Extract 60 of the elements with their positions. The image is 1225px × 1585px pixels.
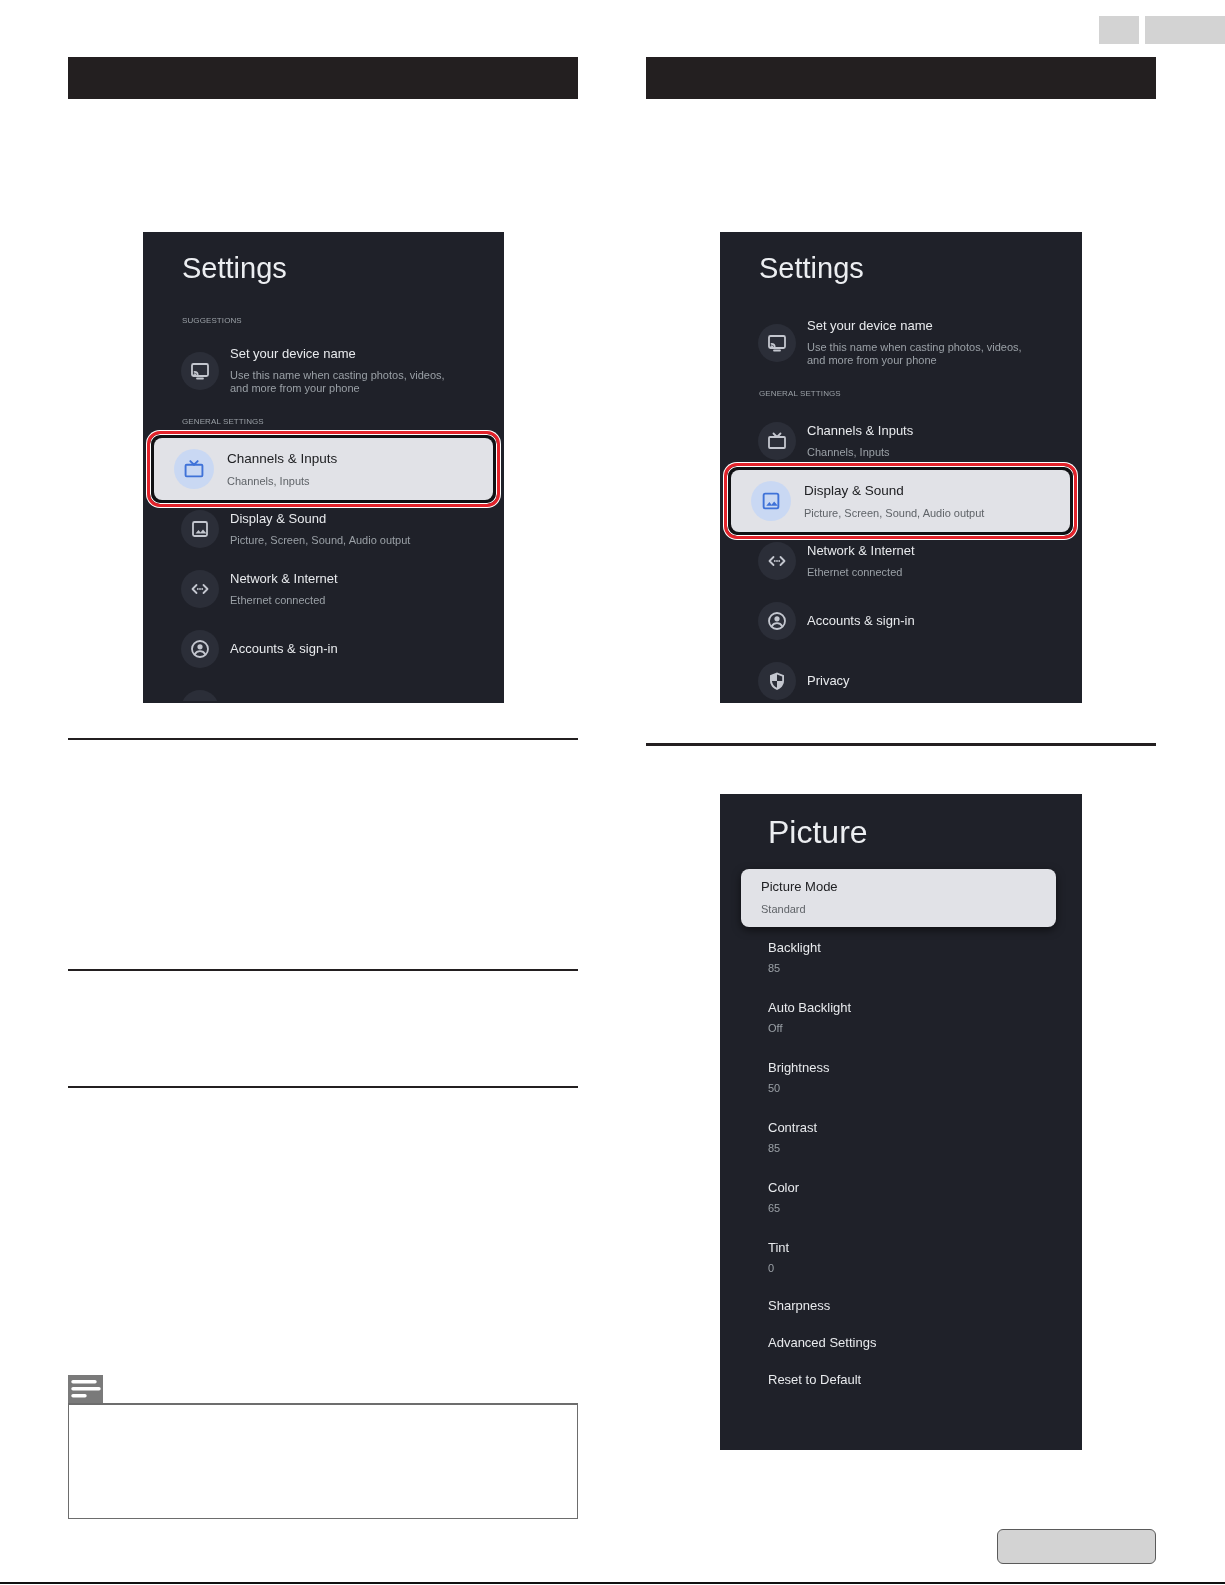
- item-subtitle: Picture, Screen, Sound, Audio output: [230, 534, 411, 547]
- section-header: GENERAL SETTINGS: [759, 388, 841, 400]
- screen-title: Settings: [759, 251, 865, 285]
- item-title: Picture Mode: [761, 879, 838, 895]
- item-subtitle: Use this name when casting photos, videos, and more from your phone: [230, 369, 446, 395]
- picture-icon: [181, 510, 219, 548]
- item-title[interactable]: Tint: [768, 1239, 790, 1256]
- angle-brackets-icon: [758, 542, 796, 580]
- item-title[interactable]: Reset to Default: [768, 1371, 862, 1388]
- item-subtitle: Use this name when casting photos, videos, and more from your phone: [807, 341, 1023, 367]
- account-icon: [758, 602, 796, 640]
- item-subtitle: Channels, Inputs: [227, 474, 311, 488]
- header-tab[interactable]: [1099, 16, 1139, 44]
- screen-title: Picture: [768, 813, 868, 851]
- item-subtitle: Ethernet connected: [230, 594, 327, 607]
- section-header: GENERAL SETTINGS: [182, 416, 264, 428]
- note-icon: [68, 1375, 103, 1403]
- item-title[interactable]: Set your device name: [807, 318, 933, 334]
- item-title[interactable]: Channels & Inputs: [807, 423, 914, 439]
- item-value: 65: [768, 1201, 781, 1215]
- item-subtitle: Picture, Screen, Sound, Audio output: [804, 506, 985, 520]
- tv-icon: [174, 449, 214, 489]
- item-title[interactable]: Display & Sound: [230, 511, 327, 527]
- item-value: Standard: [761, 903, 806, 916]
- cast-icon: [758, 323, 796, 362]
- item-title[interactable]: Sharpness: [768, 1297, 831, 1314]
- cast-icon: [181, 351, 219, 390]
- item-title: Display & Sound: [804, 482, 904, 499]
- item-title[interactable]: Auto Backlight: [768, 999, 852, 1016]
- picture-icon: [751, 481, 791, 521]
- tv-icon: [758, 422, 796, 460]
- item-title[interactable]: Color: [768, 1179, 800, 1196]
- header-tab[interactable]: [1145, 16, 1225, 44]
- nav-button[interactable]: [997, 1529, 1156, 1564]
- item-subtitle: Channels, Inputs: [807, 446, 891, 459]
- item-value: Off: [768, 1021, 783, 1035]
- angle-brackets-icon: [181, 570, 219, 608]
- item-value: 85: [768, 961, 781, 975]
- item-value: 0: [768, 1261, 775, 1275]
- item-title[interactable]: Advanced Settings: [768, 1334, 877, 1351]
- item-subtitle: Ethernet connected: [807, 566, 904, 579]
- item-title[interactable]: Set your device name: [230, 346, 356, 362]
- settings-item[interactable]: Channels & Inputs Channels, Inputs: [154, 438, 493, 500]
- settings-item[interactable]: Display & Sound Picture, Screen, Sound, Audio output: [731, 470, 1070, 532]
- section-header: SUGGESTIONS: [182, 315, 242, 327]
- item-title: Channels & Inputs: [227, 450, 338, 467]
- settings-item[interactable]: Picture Mode Standard: [741, 869, 1056, 927]
- item-title[interactable]: Network & Internet: [230, 571, 338, 587]
- item-value: 50: [768, 1081, 781, 1095]
- screen-title: Settings: [182, 251, 288, 285]
- shield-icon: [758, 662, 796, 700]
- account-icon: [181, 630, 219, 668]
- item-title[interactable]: Network & Internet: [807, 543, 915, 559]
- item-title[interactable]: Accounts & sign-in: [807, 613, 915, 629]
- item-title[interactable]: Accounts & sign-in: [230, 641, 338, 657]
- item-title[interactable]: Brightness: [768, 1059, 830, 1076]
- item-value: 85: [768, 1141, 781, 1155]
- item-title[interactable]: Contrast: [768, 1119, 818, 1136]
- item-title[interactable]: Privacy: [807, 673, 850, 689]
- item-title[interactable]: Backlight: [768, 939, 821, 956]
